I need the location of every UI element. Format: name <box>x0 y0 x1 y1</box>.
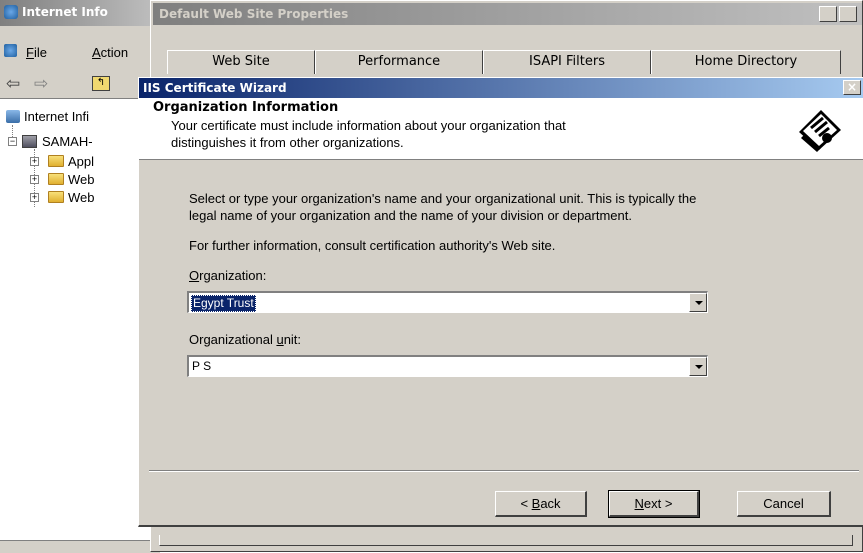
folder-icon <box>48 191 64 203</box>
next-button[interactable]: Next > <box>608 490 700 518</box>
folder-icon <box>48 155 64 167</box>
console-tree: Internet Infi − SAMAH- + Appl + Web + We… <box>0 99 160 552</box>
forward-arrow-icon[interactable]: ⇨ <box>34 74 48 94</box>
close-icon[interactable]: × <box>843 80 861 95</box>
tab-web-site[interactable]: Web Site <box>167 50 315 74</box>
organization-label: Organization: <box>189 268 267 283</box>
wizard-title: IIS Certificate Wizard <box>143 81 287 95</box>
intro-line2: legal name of your organization and the … <box>189 208 632 223</box>
mmc-status-bar <box>0 540 160 553</box>
tab-performance[interactable]: Performance <box>315 50 483 74</box>
tree-root-label[interactable]: Internet Infi <box>24 109 89 124</box>
button-separator <box>149 470 859 472</box>
mmc-title: Internet Info <box>22 5 108 19</box>
expand-icon[interactable]: + <box>30 193 39 202</box>
mmc-menubar <box>0 26 160 71</box>
header-subtitle-line1: Your certificate must include informatio… <box>171 118 566 133</box>
certificate-icon <box>799 110 841 152</box>
properties-titlebar[interactable]: Default Web Site Properties ? × <box>153 3 862 25</box>
header-title: Organization Information <box>153 100 339 115</box>
chevron-down-icon[interactable] <box>689 293 707 312</box>
certificate-wizard: IIS Certificate Wizard × Organization In… <box>138 77 863 527</box>
help-button[interactable]: ? <box>819 6 837 22</box>
org-unit-value[interactable]: P S <box>192 359 211 374</box>
header-subtitle-line2: distinguishes it from other organization… <box>171 135 404 150</box>
close-icon[interactable]: × <box>839 6 857 22</box>
tree-server-label[interactable]: SAMAH- <box>42 134 93 149</box>
tab-isapi-filters[interactable]: ISAPI Filters <box>483 50 651 74</box>
tree-item-web-service-ext[interactable]: Web <box>68 190 95 205</box>
menu-file[interactable]: File <box>26 45 47 60</box>
mmc-toolbar: ⇦ ⇨ ↰ <box>0 70 160 99</box>
wizard-header: Organization Information Your certificat… <box>139 98 863 160</box>
organization-value[interactable]: Egypt Trust <box>191 295 256 312</box>
mmc-titlebar[interactable]: Internet Info <box>0 0 160 26</box>
mmc-menu-icon <box>4 44 17 57</box>
back-button[interactable]: < Back <box>495 491 587 517</box>
folder-icon <box>48 173 64 185</box>
expand-icon[interactable]: + <box>30 175 39 184</box>
org-unit-combobox[interactable]: P S <box>187 355 708 377</box>
further-info-text: For further information, consult certifi… <box>189 238 556 253</box>
organization-combobox[interactable]: Egypt Trust <box>187 291 708 313</box>
org-unit-label: Organizational unit: <box>189 332 302 347</box>
tree-item-web-sites[interactable]: Web <box>68 172 95 187</box>
properties-page-edge <box>159 535 853 546</box>
chevron-down-icon[interactable] <box>689 357 707 376</box>
cancel-button[interactable]: Cancel <box>737 491 831 517</box>
collapse-icon[interactable]: − <box>8 137 17 146</box>
tree-item-app-pools[interactable]: Appl <box>68 154 94 169</box>
menu-action[interactable]: Action <box>92 45 128 60</box>
mmc-window: Internet Info File Action ⇦ ⇨ ↰ Internet… <box>0 0 160 553</box>
mmc-app-icon <box>4 5 18 19</box>
wizard-titlebar[interactable]: IIS Certificate Wizard × <box>139 78 863 98</box>
tab-home-directory[interactable]: Home Directory <box>651 50 841 74</box>
expand-icon[interactable]: + <box>30 157 39 166</box>
iis-root-icon <box>6 110 20 123</box>
up-folder-icon[interactable]: ↰ <box>92 76 110 91</box>
properties-title: Default Web Site Properties <box>159 7 349 21</box>
back-arrow-icon[interactable]: ⇦ <box>6 74 20 94</box>
intro-line1: Select or type your organization's name … <box>189 191 697 206</box>
server-icon <box>22 135 37 148</box>
